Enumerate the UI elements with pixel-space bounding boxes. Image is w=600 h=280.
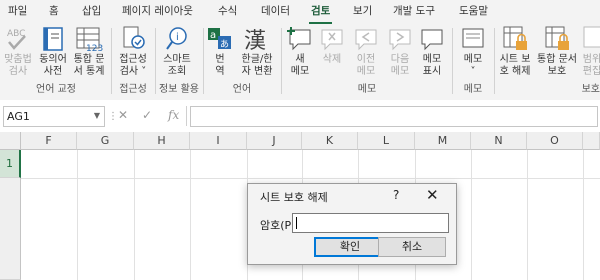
tab-home[interactable]: 홈 [49, 3, 59, 19]
show-comments-icon [421, 29, 443, 51]
delete-comment-button[interactable]: 삭제 [316, 24, 348, 66]
group-separator [281, 28, 282, 94]
column-gridline [527, 150, 528, 280]
formula-bar: AG1 ▼ ⋮ ✕ ✓ fx [0, 100, 600, 133]
column-header[interactable]: L [358, 132, 415, 150]
column-header[interactable]: M [415, 132, 471, 150]
column-gridline [134, 150, 135, 280]
delete-comment-icon [321, 29, 343, 51]
column-gridline [77, 150, 78, 280]
tab-developer[interactable]: 개발 도구 [393, 3, 435, 19]
svg-text:123: 123 [86, 44, 103, 54]
tab-review[interactable]: 검토 [308, 3, 333, 24]
column-header-partial[interactable] [583, 132, 600, 150]
svg-text:あ: あ [220, 39, 229, 50]
sheet-lock-icon [503, 26, 527, 50]
group-separator [203, 28, 204, 94]
tab-view[interactable]: 보기 [353, 3, 372, 19]
spelling-button[interactable]: ABC 맞춤법 검사 [2, 24, 34, 78]
new-comment-button[interactable]: 새 메모 [284, 24, 316, 78]
column-header[interactable]: I [190, 132, 247, 150]
book-icon [43, 27, 63, 51]
svg-text:a: a [210, 30, 216, 41]
text-caret [296, 217, 297, 229]
tab-formulas[interactable]: 수식 [218, 3, 237, 19]
select-all-corner[interactable] [0, 132, 21, 150]
translate-button[interactable]: a あ 번 역 [205, 24, 235, 78]
tab-page-layout[interactable]: 페이지 레이아웃 [122, 3, 193, 19]
show-comments-button[interactable]: 메모 표시 [416, 24, 448, 78]
workbook-statistics-button[interactable]: 123 통합 문 서 통계 [70, 24, 108, 78]
row-gridline [21, 178, 600, 179]
tab-file[interactable]: 파일 [8, 3, 27, 19]
ribbon: ABC 맞춤법 검사 동의어 사전 123 통합 문 서 통계 언어 교정 접근… [0, 24, 600, 101]
tab-help[interactable]: 도움말 [459, 3, 488, 19]
dialog-title: 시트 보호 해제 [260, 191, 328, 204]
column-header[interactable]: H [134, 132, 190, 150]
workbook-lock-icon [545, 26, 569, 50]
row-header[interactable]: 1 [0, 150, 21, 178]
column-header[interactable]: O [527, 132, 583, 150]
new-comment-icon [287, 27, 311, 51]
accessibility-icon [123, 26, 145, 49]
thesaurus-button[interactable]: 동의어 사전 [36, 24, 70, 78]
chevron-down-icon[interactable]: ▼ [94, 111, 100, 120]
note-icon [462, 28, 484, 48]
group-notes: 메모 [463, 84, 483, 95]
next-comment-button[interactable]: 다음 메모 [384, 24, 416, 78]
name-box[interactable]: AG1 ▼ [3, 106, 105, 127]
column-header[interactable]: K [302, 132, 358, 150]
ribbon-tabs: 파일 홈 삽입 페이지 레이아웃 수식 데이터 검토 보기 개발 도구 도움말 [0, 0, 600, 24]
hangul-hanja-convert-button[interactable]: 漢 한글/한 자 변환 [235, 24, 279, 78]
row-header-empty[interactable] [0, 178, 21, 280]
column-gridline [471, 150, 472, 280]
svg-text:漢: 漢 [244, 29, 266, 54]
column-header[interactable]: N [471, 132, 527, 150]
column-gridline [583, 150, 584, 280]
protect-workbook-button[interactable]: 통합 문서 보호 [535, 24, 579, 78]
allow-edit-ranges-button[interactable]: 범위 편집 [580, 24, 600, 78]
group-insights: 정보 활용 [159, 84, 199, 95]
previous-comment-button[interactable]: 이전 메모 [350, 24, 382, 78]
tab-data[interactable]: 데이터 [261, 3, 290, 19]
group-separator [494, 28, 495, 94]
unprotect-sheet-button[interactable]: 시트 보 호 해제 [497, 24, 533, 78]
insert-function-icon[interactable]: fx [168, 108, 179, 122]
column-header[interactable]: J [247, 132, 302, 150]
smart-lookup-button[interactable]: i 스마트 조회 [157, 24, 197, 78]
notes-button[interactable]: 메모 ˅ [456, 24, 490, 78]
tab-insert[interactable]: 삽입 [82, 3, 101, 19]
group-language: 언어 [232, 84, 252, 95]
hanja-icon: 漢 [244, 29, 266, 54]
next-comment-icon [389, 29, 411, 51]
cancel-entry-icon[interactable]: ✕ [118, 108, 128, 122]
group-separator [111, 28, 112, 94]
confirm-entry-icon[interactable]: ✓ [142, 108, 152, 122]
ok-button[interactable]: 확인 [314, 237, 386, 257]
accessibility-check-button[interactable]: 접근성 검사 ˅ [113, 24, 153, 78]
group-separator [452, 28, 453, 94]
group-comments: 메모 [357, 84, 377, 95]
cancel-button[interactable]: 취소 [378, 237, 446, 257]
edit-ranges-icon [583, 26, 600, 48]
help-icon[interactable]: ? [393, 188, 399, 202]
unprotect-sheet-dialog: 시트 보호 해제 ? ✕ 암호(P): 확인 취소 [247, 183, 457, 265]
formula-separator [186, 106, 187, 126]
group-protect: 보호 [581, 84, 600, 95]
close-icon[interactable]: ✕ [426, 186, 439, 204]
group-proofing: 언어 교정 [36, 84, 76, 95]
translate-icon: a あ [208, 28, 231, 50]
more-options-icon[interactable]: ⋮ [108, 111, 118, 122]
column-gridline [190, 150, 191, 280]
svg-text:i: i [176, 32, 179, 43]
statistics-grid-icon: 123 [76, 27, 103, 54]
info-magnifier-icon: i [166, 27, 187, 50]
group-accessibility: 접근성 [119, 84, 147, 95]
previous-comment-icon [355, 29, 377, 51]
column-header[interactable]: F [21, 132, 77, 150]
column-header[interactable]: G [77, 132, 134, 150]
formula-input[interactable] [190, 106, 598, 127]
spelling-check-icon: ABC [7, 29, 26, 50]
password-field[interactable] [292, 213, 449, 233]
